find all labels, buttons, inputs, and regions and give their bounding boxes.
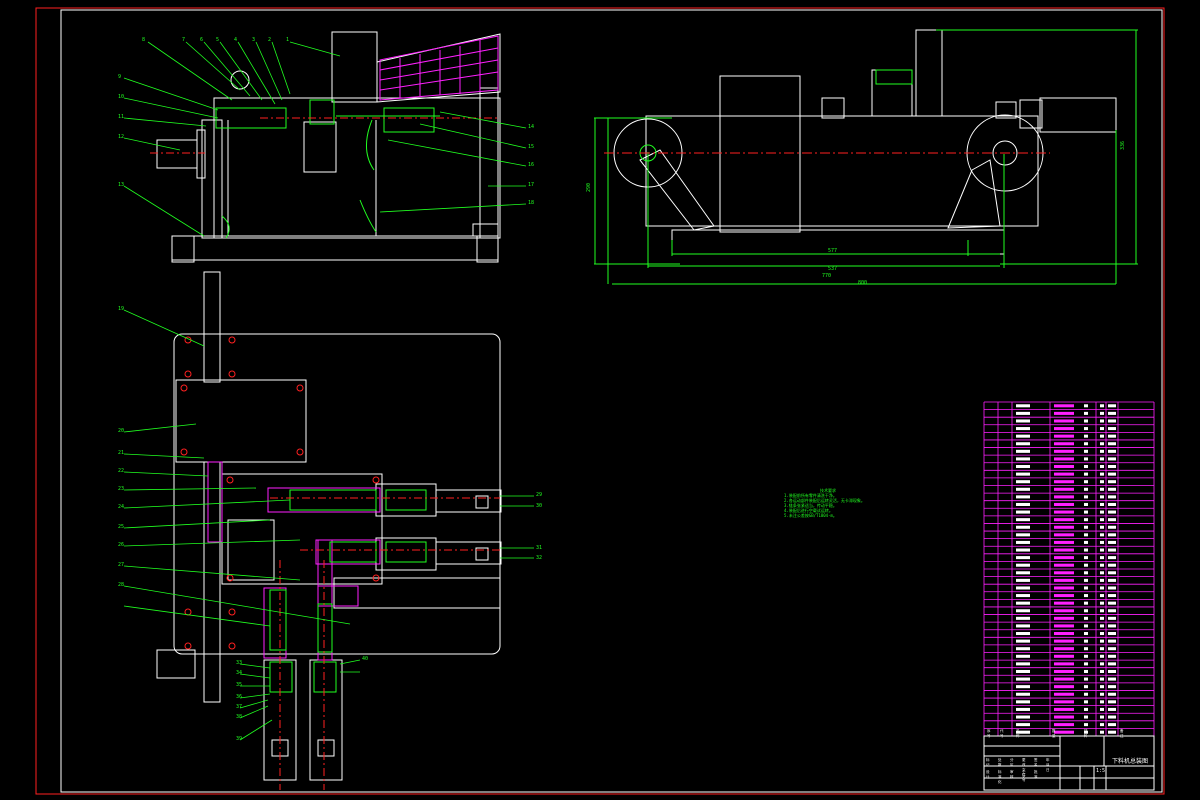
balloon-tr-14: 14: [528, 124, 535, 130]
balloon-pb-36: 36: [236, 694, 243, 700]
balloon-pb-34: 34: [236, 670, 243, 676]
balloon-tr-17: 17: [528, 182, 535, 188]
balloon-pl-23: 23: [118, 486, 125, 492]
balloon-tl-11: 11: [118, 114, 125, 120]
title-block-label: 分区: [1010, 758, 1014, 767]
balloon-pl-21: 21: [118, 450, 125, 456]
balloon-pl-27: 27: [118, 562, 125, 568]
balloon-top-4: 4: [234, 37, 238, 43]
balloon-top-6: 6: [200, 37, 204, 43]
balloon-pr-32: 32: [536, 555, 543, 561]
balloon-pl-20: 20: [118, 428, 125, 434]
title-block-label: 设计: [986, 770, 990, 779]
title-block-label: 工艺: [1022, 770, 1026, 779]
balloon-tr-18: 18: [528, 200, 535, 206]
title-block-label: 年月日: [1046, 758, 1050, 772]
balloon-top-3: 3: [252, 37, 256, 43]
balloon-tl-13: 13: [118, 182, 125, 188]
title-block-label: 标准化: [998, 770, 1002, 784]
balloon-pr-29: 29: [536, 492, 543, 498]
balloon-tr-15: 15: [528, 144, 535, 150]
bom-header-cell: 数量: [1052, 729, 1056, 738]
balloon-pb-37: 37: [236, 704, 243, 710]
bom-header-cell: 序号: [987, 729, 991, 738]
balloon-pr-30: 30: [536, 503, 543, 509]
balloon-pb-33: 33: [236, 660, 243, 666]
balloon-pl-22: 22: [118, 468, 125, 474]
balloon-pb-40: 40: [362, 656, 369, 662]
balloon-top-2: 2: [268, 37, 272, 43]
balloon-pb-39: 39: [236, 736, 243, 742]
bom-header-cell: 代号: [1000, 729, 1004, 738]
balloon-pl-24: 24: [118, 504, 125, 510]
balloon-pl-19: 19: [118, 306, 125, 312]
balloon-top-5: 5: [216, 37, 220, 43]
balloon-pb-38: 38: [236, 714, 243, 720]
balloon-labels: 8 7 6 5 4 3 2 1 9 10 11 12 13 14 15 16 17 18 19 20 21 22 23 24 2…: [0, 0, 1200, 800]
bom-header-cell: 名称: [1016, 729, 1020, 738]
balloon-pb-35: 35: [236, 682, 243, 688]
balloon-pl-28: 28: [118, 582, 125, 588]
bom-header-cell: 备注: [1120, 729, 1124, 738]
balloon-tl-9: 9: [118, 74, 122, 80]
balloon-tr-16: 16: [528, 162, 535, 168]
title-block-label: 处数: [998, 758, 1002, 767]
balloon-pl-26: 26: [118, 542, 125, 548]
title-block-label: 审核: [1010, 770, 1014, 779]
balloon-pl-25: 25: [118, 524, 125, 530]
title-block-label: 批准: [1034, 770, 1038, 779]
balloon-top-1: 1: [286, 37, 290, 43]
title-block-label: 签名: [1034, 758, 1038, 767]
balloon-top-7: 7: [182, 37, 186, 43]
bom-header-cell: 材料: [1084, 729, 1088, 738]
balloon-pr-31: 31: [536, 545, 543, 551]
balloon-top-8: 8: [142, 37, 146, 43]
balloon-tl-10: 10: [118, 94, 125, 100]
balloon-tl-12: 12: [118, 134, 125, 140]
title-block-label: 标记: [986, 758, 990, 767]
